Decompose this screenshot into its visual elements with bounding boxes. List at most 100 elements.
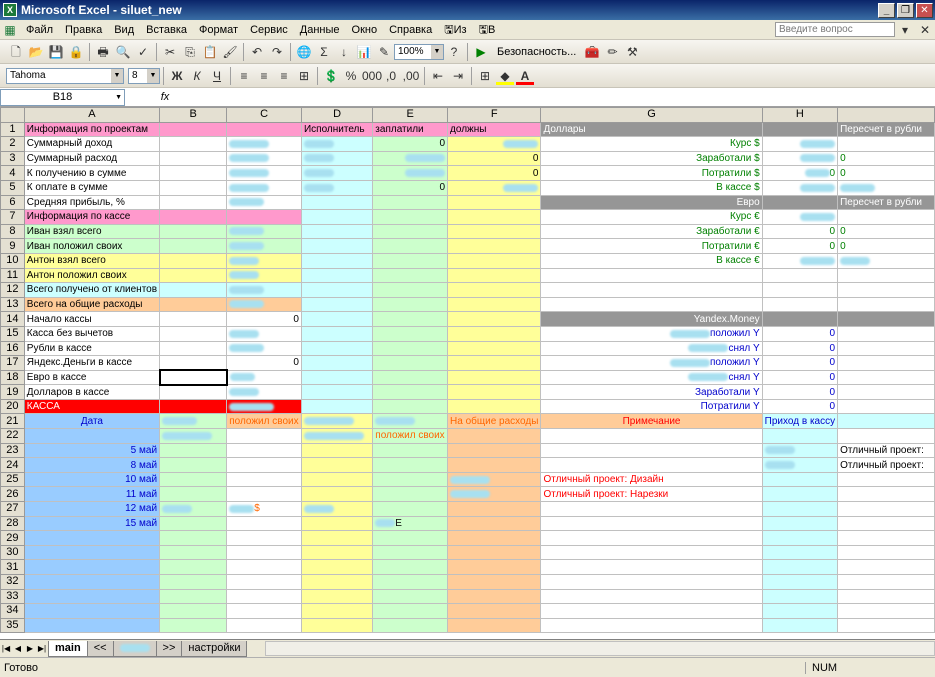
cell-E7[interactable] [372, 209, 449, 225]
cell-A12[interactable]: Всего получено от клиентов [23, 282, 161, 298]
cell-B17[interactable] [159, 355, 228, 371]
row-header[interactable]: 28 [0, 515, 25, 532]
cell-I14[interactable] [837, 311, 935, 327]
row-header[interactable]: 35 [0, 617, 25, 634]
cell-A11[interactable]: Антон положил своих [23, 267, 161, 284]
cell-I17[interactable] [837, 355, 935, 371]
cell-C17[interactable]: 0 [226, 355, 302, 371]
cell-D31[interactable] [300, 559, 374, 575]
sheet-table[interactable]: A B C D E F G H 1 Информация по проектам Исполните… [0, 107, 935, 634]
select-all-corner[interactable] [0, 107, 25, 123]
cell-D7[interactable] [300, 209, 374, 225]
cell-H30[interactable] [761, 544, 839, 561]
cell-B30[interactable] [159, 544, 228, 561]
cell-G9[interactable]: Потратили € [540, 238, 763, 254]
row-header[interactable]: 14 [0, 311, 25, 327]
decrease-decimal-icon[interactable]: ,00 [402, 67, 420, 85]
menu-export[interactable]: 🖫В [473, 20, 502, 40]
cell-E17[interactable] [372, 355, 449, 371]
row-header[interactable]: 12 [0, 282, 25, 298]
cell-B21[interactable] [159, 413, 228, 430]
close-button[interactable]: ✕ [916, 2, 933, 18]
cell-C20[interactable] [226, 398, 302, 415]
cell-C2[interactable] [226, 136, 302, 152]
cell-B5[interactable] [159, 179, 228, 196]
column-header[interactable]: D [300, 107, 374, 123]
cell-E10[interactable] [372, 252, 449, 269]
cell-I21[interactable] [837, 413, 935, 430]
cell-A6[interactable]: Средняя прибыль, % [23, 194, 161, 211]
align-right-icon[interactable]: ≡ [275, 67, 293, 85]
cell-I11[interactable] [837, 267, 935, 284]
cell-E35[interactable] [372, 617, 449, 634]
cell-E22[interactable]: положил своих [372, 428, 449, 444]
cell-F11[interactable] [447, 267, 542, 284]
cell-C13[interactable] [226, 296, 302, 313]
row-header[interactable]: 9 [0, 238, 25, 254]
cell-B15[interactable] [159, 325, 228, 342]
row-header[interactable]: 16 [0, 340, 25, 357]
cell-C7[interactable] [226, 209, 302, 225]
cell-H35[interactable] [761, 617, 839, 634]
cell-G26[interactable]: Отличный проект: Нарезки [540, 486, 763, 503]
cell-B35[interactable] [159, 617, 228, 634]
tab-hidden[interactable] [112, 640, 157, 657]
row-header[interactable]: 2 [0, 136, 25, 152]
column-header[interactable]: B [159, 107, 228, 123]
cell-D1[interactable]: Исполнитель [300, 121, 374, 138]
cell-A26[interactable]: 11 май [23, 486, 161, 503]
cell-H27[interactable] [761, 501, 839, 517]
tools-icon[interactable]: ⚒ [623, 43, 641, 61]
cell-A31[interactable] [23, 559, 161, 575]
row-header[interactable]: 24 [0, 457, 25, 473]
copy-icon[interactable]: ⎘ [181, 43, 199, 61]
minimize-button[interactable]: _ [878, 2, 895, 18]
menu-help[interactable]: Справка [383, 20, 438, 40]
cell-B12[interactable] [159, 282, 228, 298]
cell-E6[interactable] [372, 194, 449, 211]
cell-H26[interactable] [761, 486, 839, 503]
cell-A4[interactable]: К получению в сумме [23, 165, 161, 181]
column-header[interactable]: H [761, 107, 839, 123]
cell-G34[interactable] [540, 603, 763, 619]
toolbox-icon[interactable]: 🧰 [583, 43, 601, 61]
cell-A23[interactable]: 5 май [23, 442, 161, 459]
cell-A16[interactable]: Рубли в кассе [23, 340, 161, 357]
cell-I18[interactable] [837, 369, 935, 386]
cell-E12[interactable] [372, 282, 449, 298]
menu-import[interactable]: 🖫Из [438, 20, 472, 40]
row-header[interactable]: 18 [0, 369, 25, 386]
row-header[interactable]: 13 [0, 296, 25, 313]
cell-E13[interactable] [372, 296, 449, 313]
cell-E34[interactable] [372, 603, 449, 619]
spelling-icon[interactable]: ✓ [134, 43, 152, 61]
cell-G21[interactable]: Примечание [540, 413, 763, 430]
cell-F13[interactable] [447, 296, 542, 313]
cell-A17[interactable]: Яндекс.Деньги в кассе [23, 355, 161, 371]
cell-B32[interactable] [159, 574, 228, 590]
cell-H5[interactable] [761, 179, 839, 196]
cell-H22[interactable] [761, 428, 839, 444]
cell-B20[interactable] [159, 398, 228, 415]
cell-F27[interactable] [447, 501, 542, 517]
cell-E19[interactable] [372, 384, 449, 400]
cell-D12[interactable] [300, 282, 374, 298]
column-header[interactable]: F [447, 107, 542, 123]
menu-format[interactable]: Формат [193, 20, 244, 40]
cell-G15[interactable]: положил Y [540, 325, 763, 342]
cell-F31[interactable] [447, 559, 542, 575]
cell-H23[interactable] [761, 442, 839, 459]
row-header[interactable]: 10 [0, 252, 25, 269]
cell-I23[interactable]: Отличный проект: [837, 442, 935, 459]
cell-I19[interactable] [837, 384, 935, 400]
column-header[interactable]: G [540, 107, 763, 123]
thousands-icon[interactable]: 000 [362, 67, 382, 85]
cell-I27[interactable] [837, 501, 935, 517]
cell-C16[interactable] [226, 340, 302, 357]
tab-forward[interactable]: >> [155, 640, 183, 657]
cell-D25[interactable] [300, 471, 374, 488]
cell-D26[interactable] [300, 486, 374, 503]
cell-D14[interactable] [300, 311, 374, 327]
cell-A27[interactable]: 12 май [23, 501, 161, 517]
cell-E15[interactable] [372, 325, 449, 342]
